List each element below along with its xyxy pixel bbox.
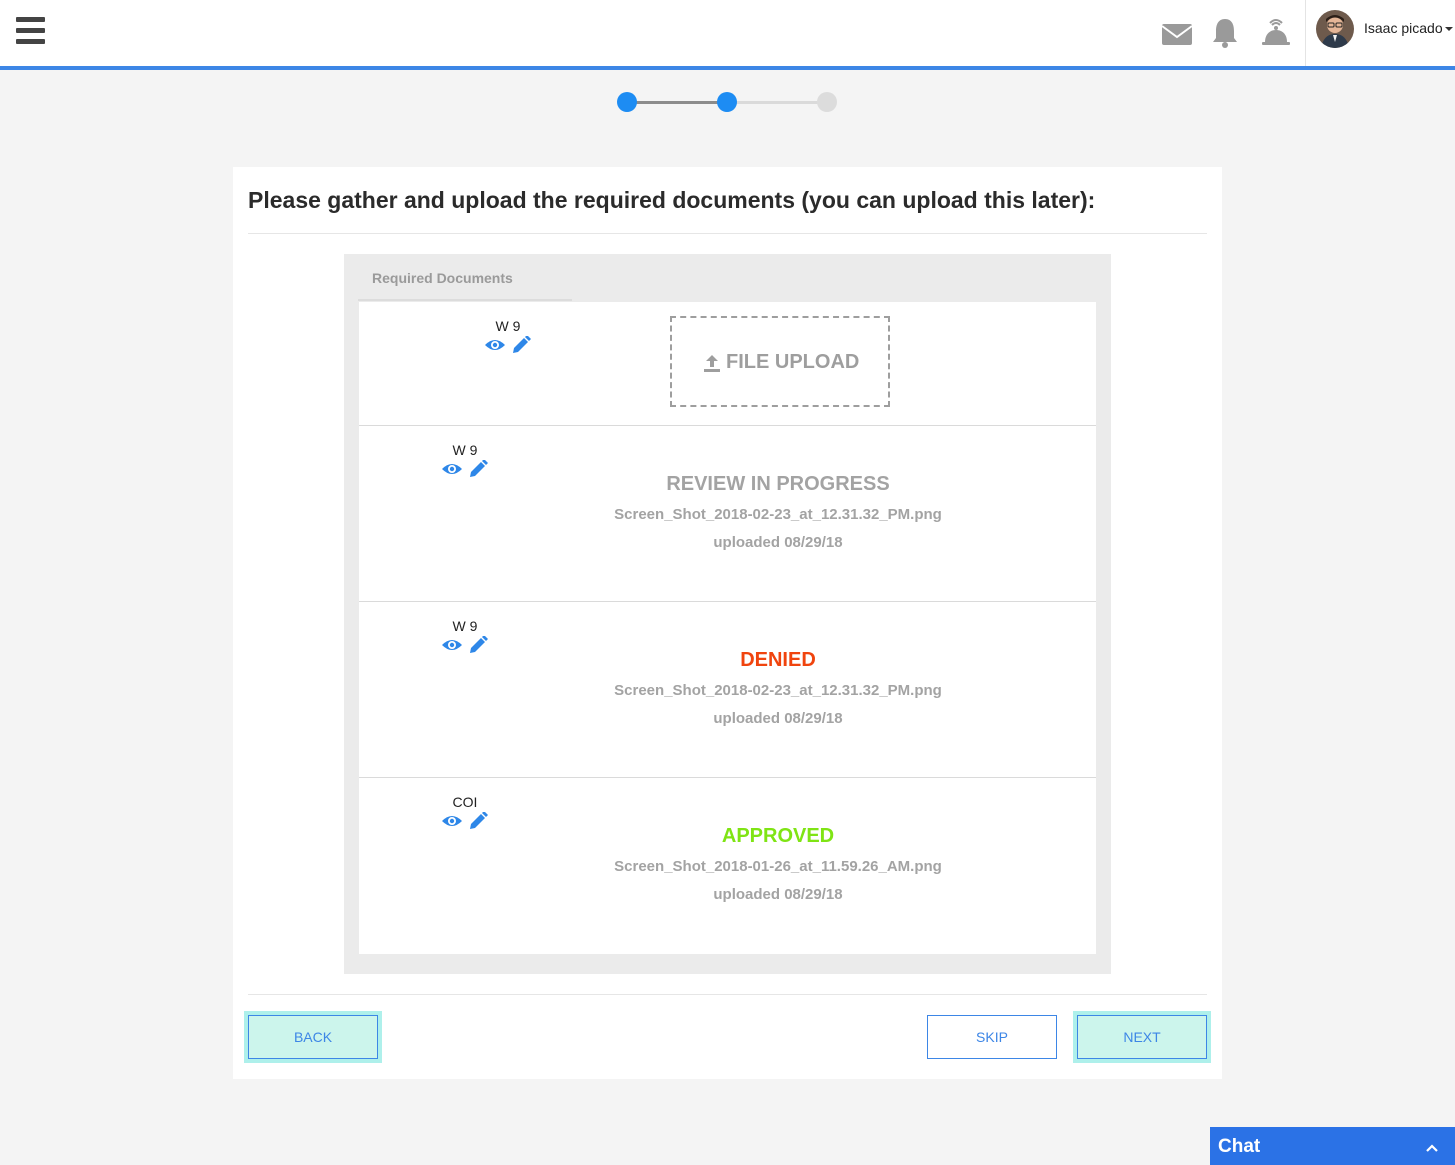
bell-icon[interactable]	[1208, 14, 1242, 50]
document-name: W 9	[495, 318, 521, 334]
back-button[interactable]: BACK	[248, 1015, 378, 1059]
chat-label: Chat	[1218, 1136, 1261, 1157]
document-row: W 9 DENIED Screen_Shot_2018-02-23_at_12.…	[359, 602, 1096, 778]
status-denied: DENIED	[740, 649, 816, 671]
top-navbar: Isaac picado	[0, 0, 1455, 70]
document-name: W 9	[452, 618, 478, 634]
uploaded-date: uploaded 08/29/18	[713, 710, 843, 727]
step-1-dot	[617, 92, 637, 112]
chevron-up-icon[interactable]	[1425, 1141, 1439, 1155]
menu-icon[interactable]	[16, 17, 45, 46]
uploaded-file-name: Screen_Shot_2018-02-23_at_12.31.32_PM.pn…	[614, 506, 942, 523]
view-eye-icon[interactable]	[484, 336, 506, 354]
user-name-label: Isaac picado	[1364, 20, 1443, 36]
upload-icon	[704, 355, 720, 372]
file-upload-dropzone[interactable]: FILE UPLOAD	[670, 316, 890, 407]
documents-card: Please gather and upload the required do…	[233, 167, 1222, 1079]
document-row: COI APPROVED Screen_Shot_2018-01-26_at_1…	[359, 778, 1096, 954]
stepper-line-complete	[627, 101, 727, 104]
uploaded-date: uploaded 08/29/18	[713, 534, 843, 551]
document-name: COI	[452, 794, 478, 810]
required-documents-tab[interactable]: Required Documents	[358, 254, 572, 301]
document-name: W 9	[452, 442, 478, 458]
stepper-line-pending	[727, 101, 827, 104]
file-upload-label: FILE UPLOAD	[726, 351, 860, 373]
page-title: Please gather and upload the required do…	[248, 187, 1096, 213]
uploaded-date: uploaded 08/29/18	[713, 886, 843, 903]
concierge-bell-icon[interactable]	[1259, 14, 1293, 50]
document-row: W 9 FILE UPLOAD	[359, 302, 1096, 426]
edit-pencil-icon[interactable]	[511, 335, 533, 354]
required-documents-panel: Required Documents W 9 FILE UPLOAD W 9 R…	[344, 254, 1111, 974]
documents-list: W 9 FILE UPLOAD W 9 REVIEW IN PROGRESS S…	[359, 302, 1096, 954]
step-2-dot	[717, 92, 737, 112]
next-button[interactable]: NEXT	[1077, 1015, 1207, 1059]
divider	[248, 994, 1207, 995]
mail-icon[interactable]	[1160, 14, 1194, 50]
uploaded-file-name: Screen_Shot_2018-01-26_at_11.59.26_AM.pn…	[614, 858, 942, 875]
caret-down-icon	[1444, 27, 1453, 32]
required-documents-label: Required Documents	[372, 270, 513, 286]
progress-stepper	[617, 91, 839, 113]
skip-button[interactable]: SKIP	[927, 1015, 1057, 1059]
document-actions	[484, 335, 534, 356]
chat-widget[interactable]: Chat	[1210, 1127, 1455, 1165]
user-name[interactable]: Isaac picado	[1364, 20, 1453, 36]
uploaded-file-name: Screen_Shot_2018-02-23_at_12.31.32_PM.pn…	[614, 682, 942, 699]
divider	[248, 233, 1207, 234]
document-row: W 9 REVIEW IN PROGRESS Screen_Shot_2018-…	[359, 426, 1096, 602]
user-menu[interactable]: Isaac picado	[1305, 0, 1455, 66]
status-review-in-progress: REVIEW IN PROGRESS	[666, 473, 890, 495]
step-3-dot	[817, 92, 837, 112]
avatar[interactable]	[1316, 10, 1354, 48]
status-approved: APPROVED	[721, 825, 835, 847]
